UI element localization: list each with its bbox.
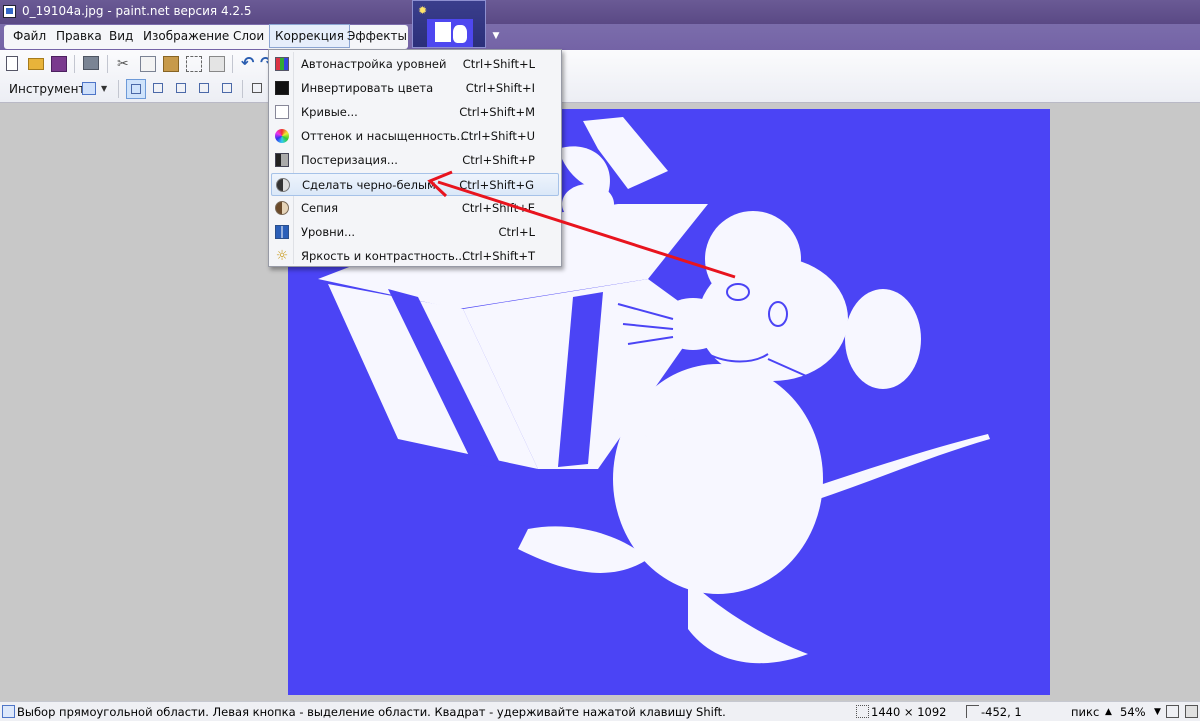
menu-item-shortcut: Ctrl+Shift+M [459,105,535,119]
curves-icon [275,105,289,119]
posterize-icon [275,153,289,167]
undo-icon[interactable]: ↶ [241,55,257,71]
image-thumbnail [427,19,473,47]
paintnet-app-icon[interactable] [3,5,16,18]
menu-file[interactable]: Файл [13,24,46,48]
print-icon[interactable] [83,56,99,70]
open-folder-icon[interactable] [28,58,44,70]
window-title: 0_19104a.jpg - paint.net версия 4.2.5 [22,4,252,18]
menu-item-label: Кривые... [301,105,358,119]
zoom-dropdown-icon[interactable]: ▼ [1154,707,1161,717]
selection-mode-invert-button[interactable] [218,79,238,99]
cut-icon[interactable]: ✂ [117,56,133,72]
toolbar-separator [74,55,75,73]
selection-mode-replace-button[interactable] [126,79,146,99]
tool-label: Инструмент: [9,82,90,96]
toolbar-separator [118,80,119,98]
menu-item-auto-level[interactable]: Автонастройка уровней Ctrl+Shift+L [271,53,559,76]
save-icon[interactable] [51,56,67,72]
menu-item-posterize[interactable]: Постеризация... Ctrl+Shift+P [271,149,559,172]
zoom-to-window-icon[interactable] [1166,705,1179,718]
menu-item-label: Сделать черно-белым [302,178,436,192]
units-selector[interactable]: пикс [1071,705,1099,719]
menu-item-label: Оттенок и насыщенность... [301,129,468,143]
menu-image[interactable]: Изображение [143,24,229,48]
title-bar: 0_19104a.jpg - paint.net версия 4.2.5 [0,0,1200,24]
menu-item-label: Постеризация... [301,153,398,167]
invert-colors-icon [275,81,289,95]
menu-item-sepia[interactable]: Сепия Ctrl+Shift+E [271,197,559,220]
tabs-dropdown-icon[interactable]: ▼ [490,30,502,42]
actual-size-icon[interactable] [1185,705,1198,718]
menu-item-label: Сепия [301,201,339,215]
auto-level-icon [275,57,289,71]
levels-icon [275,225,289,239]
menu-item-shortcut: Ctrl+Shift+L [462,57,535,71]
menu-item-levels[interactable]: Уровни... Ctrl+L [271,221,559,244]
menu-item-shortcut: Ctrl+Shift+U [460,129,535,143]
menu-item-shortcut: Ctrl+L [498,225,535,239]
selection-mode-exclude-button[interactable] [172,79,192,99]
zoom-level[interactable]: 54% [1120,705,1146,719]
toolbar-separator [242,80,243,98]
deselect-icon[interactable] [209,56,225,72]
redo-icon[interactable]: ↷ [260,55,268,71]
menu-edit[interactable]: Правка [56,24,102,48]
menu-item-label: Автонастройка уровней [301,57,447,71]
cursor-position-icon [966,705,979,718]
adjustments-menu: Автонастройка уровней Ctrl+Shift+L Инвер… [268,49,562,267]
menu-adjustments[interactable]: Коррекция [269,24,350,48]
menu-item-brightness-contrast[interactable]: ☼ Яркость и контрастность... Ctrl+Shift+… [271,245,559,268]
menu-item-shortcut: Ctrl+Shift+E [461,201,535,215]
menu-item-shortcut: Ctrl+Shift+P [462,153,535,167]
selection-mode-union-button[interactable] [149,79,169,99]
image-size: 1440 × 1092 [871,705,947,719]
menu-item-label: Яркость и контрастность... [301,249,466,263]
brightness-contrast-icon: ☼ [275,248,289,264]
sepia-icon [275,201,289,215]
selection-mode-intersect-button[interactable] [195,79,215,99]
menu-item-hue-saturation[interactable]: Оттенок и насыщенность... Ctrl+Shift+U [271,125,559,148]
toolbar-separator [232,55,233,73]
menu-effects[interactable]: Эффекты [347,24,407,48]
menu-view[interactable]: Вид [109,24,133,48]
rectangle-select-tool-icon[interactable] [82,82,96,95]
tool-dropdown-icon[interactable]: ▼ [101,84,107,93]
crop-to-selection-icon[interactable] [186,56,202,72]
menu-item-black-and-white[interactable]: Сделать черно-белым Ctrl+Shift+G [271,173,559,196]
menu-bar: Файл Правка Вид Изображение Слои Коррекц… [0,24,1200,50]
black-and-white-icon [276,178,290,192]
selection-options-button[interactable] [248,79,268,99]
menu-item-label: Уровни... [301,225,356,239]
units-dropdown-icon[interactable]: ▲ [1105,707,1112,717]
status-bar: Выбор прямоугольной области. Левая кнопк… [0,701,1200,721]
status-hint: Выбор прямоугольной области. Левая кнопк… [17,705,726,719]
unsaved-star-icon: ✹ [418,4,428,17]
image-size-icon [856,705,869,718]
image-tab-thumbnail[interactable]: ✹ [412,0,486,48]
cursor-position: -452, 1 [981,705,1022,719]
toolbar-separator [107,55,108,73]
menu-item-shortcut: Ctrl+Shift+G [459,178,534,192]
menu-layers[interactable]: Слои [233,24,264,48]
hue-saturation-icon [275,129,289,143]
menu-item-shortcut: Ctrl+Shift+I [465,81,535,95]
menu-item-shortcut: Ctrl+Shift+T [462,249,535,263]
menu-item-invert-colors[interactable]: Инвертировать цвета Ctrl+Shift+I [271,77,559,100]
menu-item-curves[interactable]: Кривые... Ctrl+Shift+M [271,101,559,124]
copy-icon[interactable] [140,56,156,72]
menu-item-label: Инвертировать цвета [301,81,434,95]
new-file-icon[interactable] [6,56,18,71]
paste-icon[interactable] [163,56,179,72]
rectangle-select-icon [2,705,15,718]
